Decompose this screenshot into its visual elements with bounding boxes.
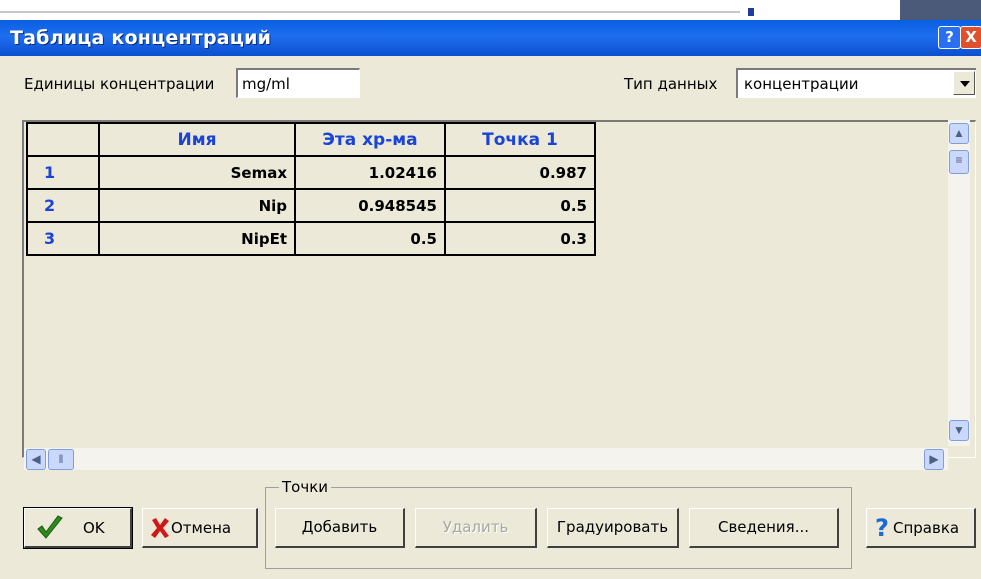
background-mark <box>748 8 754 16</box>
points-group-label: Точки <box>279 478 332 496</box>
cell-point-1[interactable]: 0.3 <box>444 221 596 256</box>
header-name[interactable]: Имя <box>98 122 296 157</box>
ok-button[interactable]: OK <box>23 507 133 549</box>
title-bar[interactable]: Таблица концентраций ? X <box>0 20 981 56</box>
table-row[interactable]: 1 Semax 1.02416 0.987 <box>26 155 596 190</box>
checkmark-icon <box>37 515 63 539</box>
delete-point-button[interactable]: Удалить <box>415 508 537 548</box>
help-label: Справка <box>893 519 960 537</box>
data-type-select[interactable]: концентрации <box>736 68 976 98</box>
red-x-icon <box>151 518 169 538</box>
row-index[interactable]: 1 <box>26 155 100 190</box>
units-label: Единицы концентрации <box>24 75 215 93</box>
header-point-1[interactable]: Точка 1 <box>444 122 596 157</box>
cell-name[interactable]: Semax <box>98 155 296 190</box>
dropdown-arrow-icon[interactable] <box>953 71 975 95</box>
ok-label: OK <box>83 519 105 537</box>
horizontal-scrollbar[interactable]: ◀ ‖ ▶ <box>24 448 948 470</box>
concentration-table: Имя Эта хр-ма Точка 1 1 Semax 1.02416 0.… <box>26 122 596 256</box>
background-line <box>0 11 740 13</box>
cell-this-chrom[interactable]: 0.5 <box>294 221 446 256</box>
question-mark-icon: ? <box>875 514 889 542</box>
row-index[interactable]: 2 <box>26 188 100 223</box>
table-row[interactable]: 2 Nip 0.948545 0.5 <box>26 188 596 223</box>
table-row[interactable]: 3 NipEt 0.5 0.3 <box>26 221 596 256</box>
units-input[interactable] <box>236 68 360 98</box>
cancel-button[interactable]: Отмена <box>142 508 258 548</box>
scroll-up-icon[interactable]: ▲ <box>949 123 969 144</box>
add-point-button[interactable]: Добавить <box>275 508 405 548</box>
scroll-right-icon[interactable]: ▶ <box>924 449 944 470</box>
scroll-down-icon[interactable]: ▼ <box>949 420 969 441</box>
data-type-label: Тип данных <box>624 75 718 93</box>
cell-name[interactable]: NipEt <box>98 221 296 256</box>
scroll-thumb-horizontal[interactable]: ‖ <box>48 449 74 470</box>
cell-point-1[interactable]: 0.987 <box>444 155 596 190</box>
calibrate-button[interactable]: Градуировать <box>547 508 679 548</box>
cancel-label: Отмена <box>171 519 232 537</box>
info-button[interactable]: Сведения... <box>689 508 839 548</box>
cell-this-chrom[interactable]: 0.948545 <box>294 188 446 223</box>
concentration-grid-panel: Имя Эта хр-ма Точка 1 1 Semax 1.02416 0.… <box>22 120 976 458</box>
vertical-scrollbar[interactable]: ▲ ≡ ▼ <box>948 120 970 446</box>
cell-name[interactable]: Nip <box>98 188 296 223</box>
scroll-left-icon[interactable]: ◀ <box>26 449 46 470</box>
title-close-button[interactable]: X <box>960 26 981 49</box>
background-panel <box>900 0 981 20</box>
dialog-title: Таблица концентраций <box>10 27 272 49</box>
background-window-strip <box>0 0 981 20</box>
table-header-row: Имя Эта хр-ма Точка 1 <box>26 122 596 157</box>
help-button[interactable]: ? Справка <box>866 508 976 548</box>
cell-this-chrom[interactable]: 1.02416 <box>294 155 446 190</box>
header-this-chrom[interactable]: Эта хр-ма <box>294 122 446 157</box>
concentration-table-dialog: Таблица концентраций ? X Единицы концент… <box>0 20 981 579</box>
scroll-thumb-vertical[interactable]: ≡ <box>949 150 969 174</box>
header-corner[interactable] <box>26 122 100 157</box>
row-index[interactable]: 3 <box>26 221 100 256</box>
data-type-value: концентрации <box>744 75 859 93</box>
cell-point-1[interactable]: 0.5 <box>444 188 596 223</box>
title-help-button[interactable]: ? <box>938 26 961 49</box>
